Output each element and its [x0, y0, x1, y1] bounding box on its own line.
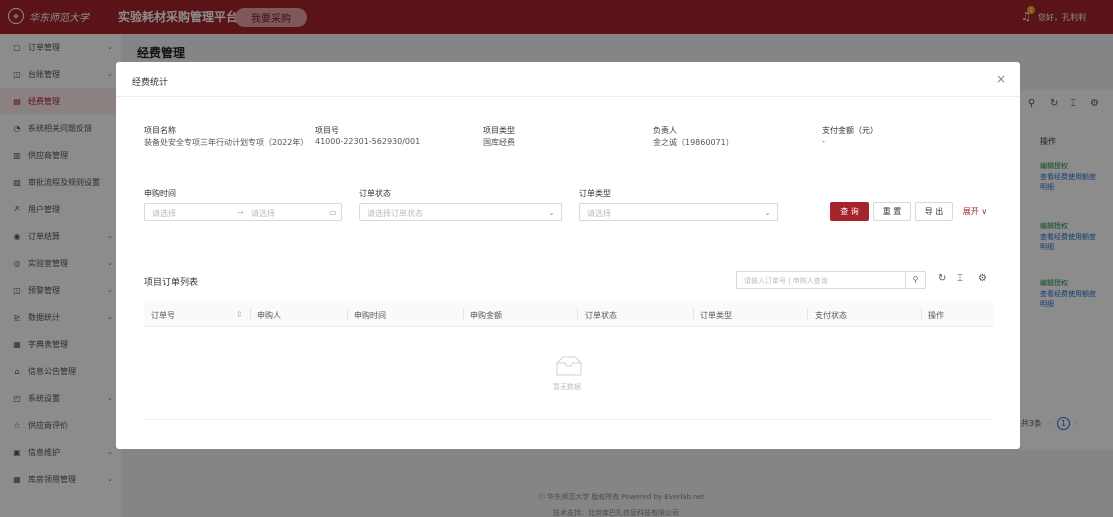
column-divider — [577, 308, 578, 320]
column-operation: 操作 — [928, 311, 944, 320]
calendar-icon: ▭ — [329, 208, 337, 217]
project-type-value: 国库经费 — [483, 138, 515, 147]
modal-title: 经费统计 — [132, 78, 169, 88]
column-divider — [807, 308, 808, 320]
divider — [116, 96, 1020, 97]
order-type-placeholder: 请选择 — [587, 209, 611, 218]
range-arrow: → — [237, 208, 244, 217]
refresh-icon[interactable]: ↻ — [938, 273, 946, 284]
reset-button[interactable]: 重 置 — [873, 202, 911, 221]
end-date-input[interactable]: 请选择 — [251, 208, 275, 219]
paid-amount-value: - — [822, 137, 825, 146]
column-order-no[interactable]: 订单号 — [151, 310, 175, 321]
project-type-label: 项目类型 — [483, 126, 515, 135]
empty-inbox-icon — [556, 356, 582, 376]
table-bottom-border — [144, 419, 993, 420]
search-placeholder: 请输入订单号 | 申购人查询 — [744, 277, 828, 285]
column-divider — [693, 308, 694, 320]
column-applicant[interactable]: 申购人 — [257, 310, 281, 321]
column-divider — [250, 308, 251, 320]
order-search-input[interactable]: 请输入订单号 | 申购人查询 ⚲ — [736, 271, 926, 289]
sort-icon[interactable]: ⇕ — [236, 310, 243, 319]
column-apply-time[interactable]: 申购时间 — [354, 310, 386, 321]
order-status-select[interactable]: 请选择订单状态 ⌄ — [359, 203, 562, 221]
project-name-label: 项目名称 — [144, 126, 176, 135]
project-no-label: 项目号 — [315, 126, 339, 135]
paid-amount-label: 支付金额（元） — [822, 126, 878, 135]
column-divider — [463, 308, 464, 320]
apply-time-label: 申购时间 — [144, 189, 176, 198]
order-type-select[interactable]: 请选择 ⌄ — [579, 203, 778, 221]
order-list-title: 项目订单列表 — [144, 278, 199, 288]
close-icon[interactable]: × — [996, 72, 1006, 86]
expand-filters-button[interactable]: 展开 ∨ — [957, 202, 993, 221]
owner-label: 负责人 — [653, 126, 677, 135]
column-apply-amount[interactable]: 申购金额 — [470, 310, 502, 321]
start-date-input[interactable]: 请选择 — [152, 208, 176, 219]
search-icon[interactable]: ⚲ — [905, 272, 925, 288]
owner-value: 金之诚（19860071） — [653, 138, 734, 147]
chevron-down-icon: ⌄ — [548, 208, 555, 217]
chevron-down-icon: ⌄ — [764, 208, 771, 217]
empty-text: 暂无数据 — [553, 383, 581, 391]
funds-statistics-modal: 经费统计 × 项目名称 装备处安全专项三年行动计划专项（2022年） 项目号 4… — [116, 62, 1020, 449]
column-order-type[interactable]: 订单类型 — [700, 310, 732, 321]
project-name-value: 装备处安全专项三年行动计划专项（2022年） — [144, 138, 309, 147]
order-type-label: 订单类型 — [579, 189, 611, 198]
column-divider — [921, 308, 922, 320]
apply-time-range-picker[interactable]: 请选择 → 请选择 ▭ — [144, 203, 342, 221]
order-status-placeholder: 请选择订单状态 — [367, 209, 423, 218]
column-divider — [347, 308, 348, 320]
order-table-header: 订单号 ⇕ 申购人 申购时间 申购金额 订单状态 订单类型 支付状态 操作 — [144, 301, 993, 327]
column-order-status[interactable]: 订单状态 — [585, 310, 617, 321]
query-button[interactable]: 查 询 — [830, 202, 869, 221]
order-status-label: 订单状态 — [359, 189, 391, 198]
gear-icon[interactable]: ⚙ — [978, 273, 987, 284]
export-button[interactable]: 导 出 — [915, 202, 953, 221]
project-no-value: 41000-22301-562930/001 — [315, 137, 421, 146]
column-height-icon[interactable]: ⌶ — [957, 273, 963, 284]
column-pay-status[interactable]: 支付状态 — [815, 310, 847, 321]
